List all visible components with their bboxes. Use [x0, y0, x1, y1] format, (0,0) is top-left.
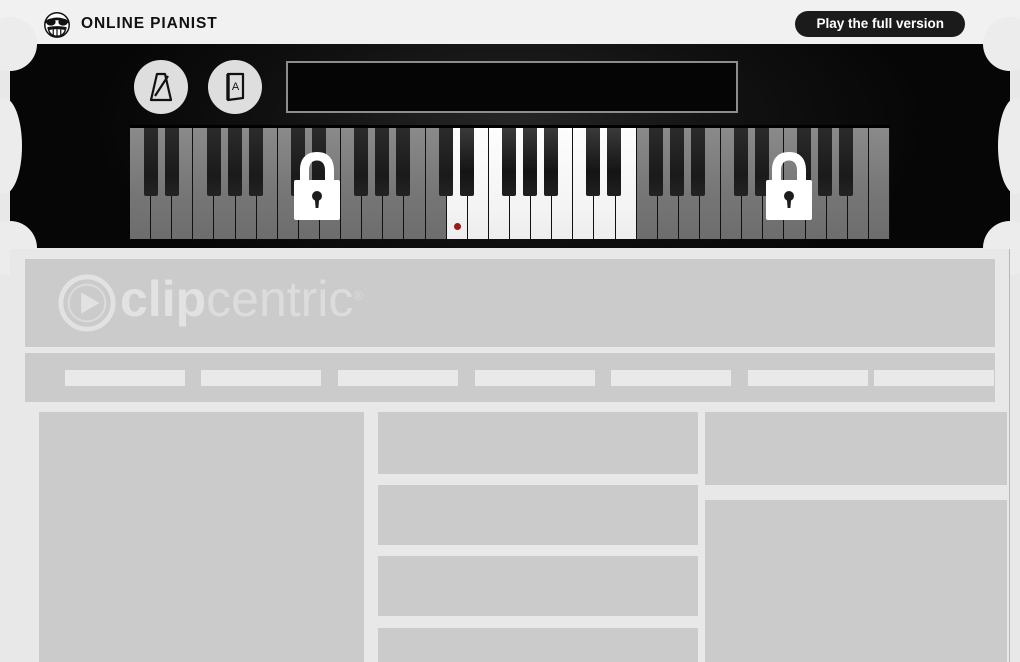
skeleton-list-item-1[interactable] — [378, 412, 698, 474]
clip-brand-light: centric — [206, 271, 354, 327]
white-key-active[interactable] — [615, 128, 637, 239]
advertisement-content-area: clip centric ® — [10, 249, 1010, 662]
svg-text:A: A — [232, 81, 240, 93]
brand-logo[interactable]: ONLINE PIANIST — [42, 9, 218, 39]
white-key[interactable] — [721, 128, 743, 239]
clipcentric-logo: clip centric ® — [58, 274, 363, 332]
white-key-active[interactable] — [573, 128, 595, 239]
smiley-sunglasses-logo-icon — [44, 12, 70, 38]
skeleton-main-image[interactable] — [39, 412, 364, 662]
note-sheet-button[interactable]: A — [208, 60, 262, 114]
white-key[interactable] — [826, 128, 848, 239]
skeleton-nav-chip[interactable] — [65, 370, 185, 386]
white-key[interactable] — [805, 128, 827, 239]
white-key-active[interactable] — [531, 128, 553, 239]
white-key[interactable] — [235, 128, 257, 239]
metronome-icon — [149, 72, 173, 102]
skeleton-list-item-2[interactable] — [378, 485, 698, 545]
piano-panel: A — [0, 17, 1020, 275]
white-key[interactable] — [172, 128, 194, 239]
skeleton-nav-chip[interactable] — [611, 370, 731, 386]
white-key-active[interactable] — [552, 128, 574, 239]
white-key-active[interactable] — [467, 128, 489, 239]
white-key[interactable] — [847, 128, 869, 239]
skeleton-side-bottom[interactable] — [705, 500, 1007, 662]
skeleton-nav-chip[interactable] — [475, 370, 595, 386]
skeleton-nav-chip[interactable] — [338, 370, 458, 386]
skeleton-nav-chip[interactable] — [874, 370, 994, 386]
white-key[interactable] — [678, 128, 700, 239]
piano-control-row: A — [10, 44, 1010, 120]
white-key[interactable] — [636, 128, 658, 239]
clip-brand-bold: clip — [120, 271, 207, 327]
white-key[interactable] — [383, 128, 405, 239]
white-key[interactable] — [256, 128, 278, 239]
play-full-version-button[interactable]: Play the full version — [795, 11, 965, 37]
white-key[interactable] — [742, 128, 764, 239]
piano-display-panel[interactable] — [286, 61, 738, 113]
clipcentric-banner[interactable]: clip centric ® — [25, 259, 995, 347]
skeleton-nav-bar — [25, 353, 995, 402]
white-key[interactable] — [298, 128, 320, 239]
white-key[interactable] — [341, 128, 363, 239]
sheet-music-a-icon: A — [226, 72, 245, 102]
white-key[interactable] — [763, 128, 785, 239]
white-key-active[interactable] — [509, 128, 532, 239]
white-key[interactable] — [151, 128, 173, 239]
white-key[interactable] — [404, 128, 426, 239]
white-key[interactable] — [784, 128, 806, 239]
white-key-active[interactable] — [594, 128, 616, 239]
brand-name: ONLINE PIANIST — [81, 15, 218, 32]
skeleton-list-item-3[interactable] — [378, 556, 698, 616]
white-key[interactable] — [214, 128, 236, 239]
white-key[interactable] — [193, 128, 215, 239]
white-key-row — [130, 128, 890, 239]
skeleton-nav-chip[interactable] — [201, 370, 321, 386]
metronome-button[interactable] — [134, 60, 188, 114]
skeleton-grid — [25, 412, 1009, 662]
white-key-active[interactable] — [488, 128, 510, 239]
white-key[interactable] — [130, 128, 152, 239]
white-key[interactable] — [277, 128, 299, 239]
skeleton-side-top[interactable] — [705, 412, 1007, 485]
white-key[interactable] — [362, 128, 384, 239]
white-key-active-marked[interactable] — [446, 128, 468, 239]
play-circle-icon — [58, 274, 116, 332]
top-bar: ONLINE PIANIST Play the full version — [0, 0, 1020, 48]
middle-c-marker-icon — [453, 223, 461, 230]
trademark-symbol: ® — [353, 288, 363, 303]
white-key[interactable] — [657, 128, 679, 239]
skeleton-nav-chip[interactable] — [748, 370, 868, 386]
skeleton-list-item-4[interactable] — [378, 628, 698, 662]
white-key[interactable] — [699, 128, 722, 239]
white-key[interactable] — [868, 128, 890, 239]
white-key[interactable] — [425, 128, 447, 239]
piano-keyboard[interactable] — [130, 125, 890, 239]
white-key[interactable] — [319, 128, 342, 239]
